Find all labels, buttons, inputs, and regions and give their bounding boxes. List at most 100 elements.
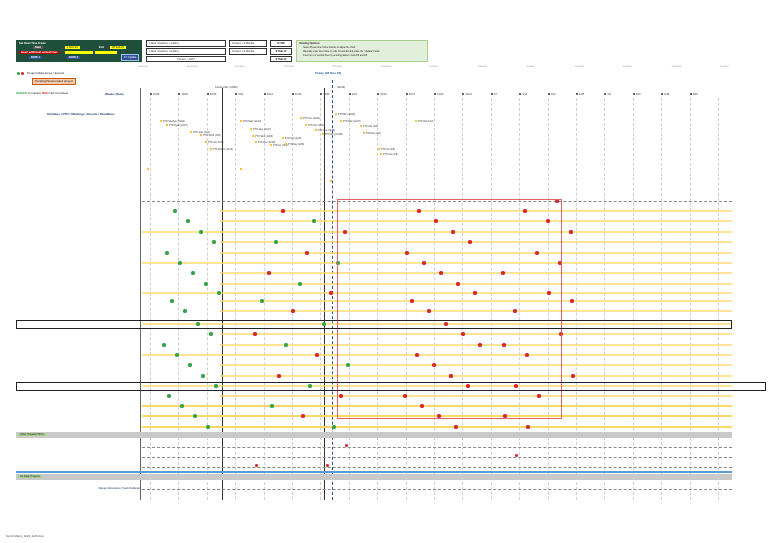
event-item [147,168,150,172]
event-item: PTO Mark (11/14) [240,120,261,124]
control-panel: Set Chart Time Frame Start 1-Nov-23 End … [16,40,142,62]
date1-label: DATE 1 [29,56,43,59]
week-label: 10/15 [150,93,160,96]
other-project-line [142,457,732,458]
start-label: Start [33,46,43,49]
complete-milestone-icon [188,363,192,367]
complete-milestone-icon [183,309,187,313]
event-item: PTO Kim (12/14) [305,124,325,128]
daily-row-label: Range Relocation (Yeah/Juillana) [98,486,140,490]
pending-milestone-icon [277,374,281,378]
range-eysb10-button[interactable]: EYSB-10 [270,48,292,55]
event-item: PTO Ray (12/8) [285,143,304,147]
week-label: 2/11 [633,93,641,96]
legend-not-complete: Not Complete [49,91,69,95]
pending-milestone-icon [329,291,333,295]
date2-label: DATE 2 [67,56,81,59]
control-panel-title: Set Chart Time Frame [19,42,46,45]
complete-milestone-icon [209,332,213,336]
pending-milestone-icon [454,425,458,429]
event-item [330,180,333,184]
complete-milestone-icon [162,343,166,347]
complete-milestone-icon [173,209,177,213]
left-axis-line [140,88,141,500]
pending-milestone-icon [515,454,518,457]
current-month-label: Current Mo. (11/30) [215,86,238,89]
daily-row-line [142,489,732,490]
legend-milestones: Project Milestones / Events [27,71,65,75]
range-current-6-months-button[interactable]: Current + 6 Months [229,48,267,55]
end-label: End [99,46,104,49]
axis-month-label: 12/1/2023 [332,66,342,68]
week-label: 12/17 [406,93,416,96]
legend-pending: Pending/Suspended project [32,78,77,85]
complete-milestone-icon [260,299,264,303]
complete-milestone-icon [180,404,184,408]
fy-update-button[interactable]: FY Update [121,54,140,61]
complete-milestone-icon [312,219,316,223]
grid-line [632,98,634,500]
range-eydr-button[interactable]: EYDR [270,40,292,47]
axis-month-label: 11/15/2023 [283,66,295,68]
event-item: PTO Robert (11/13) [210,148,233,152]
date2-line [324,88,325,500]
week-label: 1/7 [491,93,498,96]
grid-line [320,98,322,500]
other-projects-title: Other Projects/TDYs [18,433,46,436]
range-eysb20-button[interactable]: EYSB-20 [270,56,292,62]
event-item: PTO Tom (12/5) [282,137,301,141]
axis-month-label: 12/15/2023 [380,66,392,68]
start-date-input[interactable]: 1-Nov-23 [65,46,80,49]
pending-milestone-icon [570,299,574,303]
today-label: Today (28 Nov 23) [315,71,342,75]
complete-milestone-icon [165,251,169,255]
daily-separator [16,471,732,473]
axis-month-label: 10/1/2023 [138,66,148,68]
week-label: 1/21 [548,93,556,96]
viewing-option-item: Insert up to 2 vertical lines by enterin… [303,55,368,57]
complete-milestone-icon [212,240,216,244]
range-1-current-1-button[interactable]: 1 Mos | Current | +1 Mos | [146,40,226,47]
pending-milestone-icon [255,464,258,467]
week-label: 11/12 [264,93,273,96]
axis-month-label: 4/1/2024 [720,66,729,68]
complete-milestone-icon [298,282,302,286]
daily-title: NL Daily Projects [18,475,42,478]
week-label: 11/26 [320,93,329,96]
end-date-input[interactable]: 28-Feb-24 [110,46,126,49]
range-current-eoy-button[interactable]: Current -> EOY [146,56,226,62]
event-item: PTO Ann (12/11) [300,117,320,121]
complete-milestone-icon [167,394,171,398]
daily-header: NL Daily Projects [16,474,732,480]
event-item: PTO Jim (11/6) [205,141,223,145]
week-label: 10/22 [178,93,188,96]
week-label: 2/18 [661,93,669,96]
event-item: PTO Ian (1/8) [378,148,395,152]
complete-milestone-icon [193,414,197,418]
event-item: PTO Eve (1/5) [363,132,381,136]
pending-milestone-icon [253,332,257,336]
pending-milestone-icon [569,230,573,234]
event-item: PTO Zoe (1/2) [360,125,378,129]
grid-line [292,98,293,500]
week-label: 12/3 [349,93,357,96]
viewing-options-panel: Viewing Options: Select Preset time fram… [296,40,428,62]
event-item: PTO Ben (12/22) [335,113,355,117]
complete-milestone-icon [186,219,190,223]
viewing-option-item: Select Preset time frame buttons to adju… [303,47,356,49]
event-item: PTO Smith (11/3) [200,134,221,138]
grid-line [604,98,606,500]
row-outline-2 [16,382,766,391]
complete-milestone-icon [178,261,182,265]
date1-input[interactable] [65,51,93,54]
pending-milestone-icon [281,209,285,213]
date2-input[interactable] [95,51,117,54]
range-current-3-months-button[interactable]: Current + 3 Months [229,40,267,47]
pending-milestone-icon [571,374,575,378]
range-1-current-2-button[interactable]: 1 Mos | Current | +2 Mos | [146,48,226,55]
pending-milestone-icon [326,464,329,467]
complete-milestone-icon [284,343,288,347]
viewing-option-item: Manually enter time frame in cells C4 an… [303,51,380,53]
axis-month-label: 11/1/2023 [235,66,245,68]
complete-milestone-icon [206,425,210,429]
